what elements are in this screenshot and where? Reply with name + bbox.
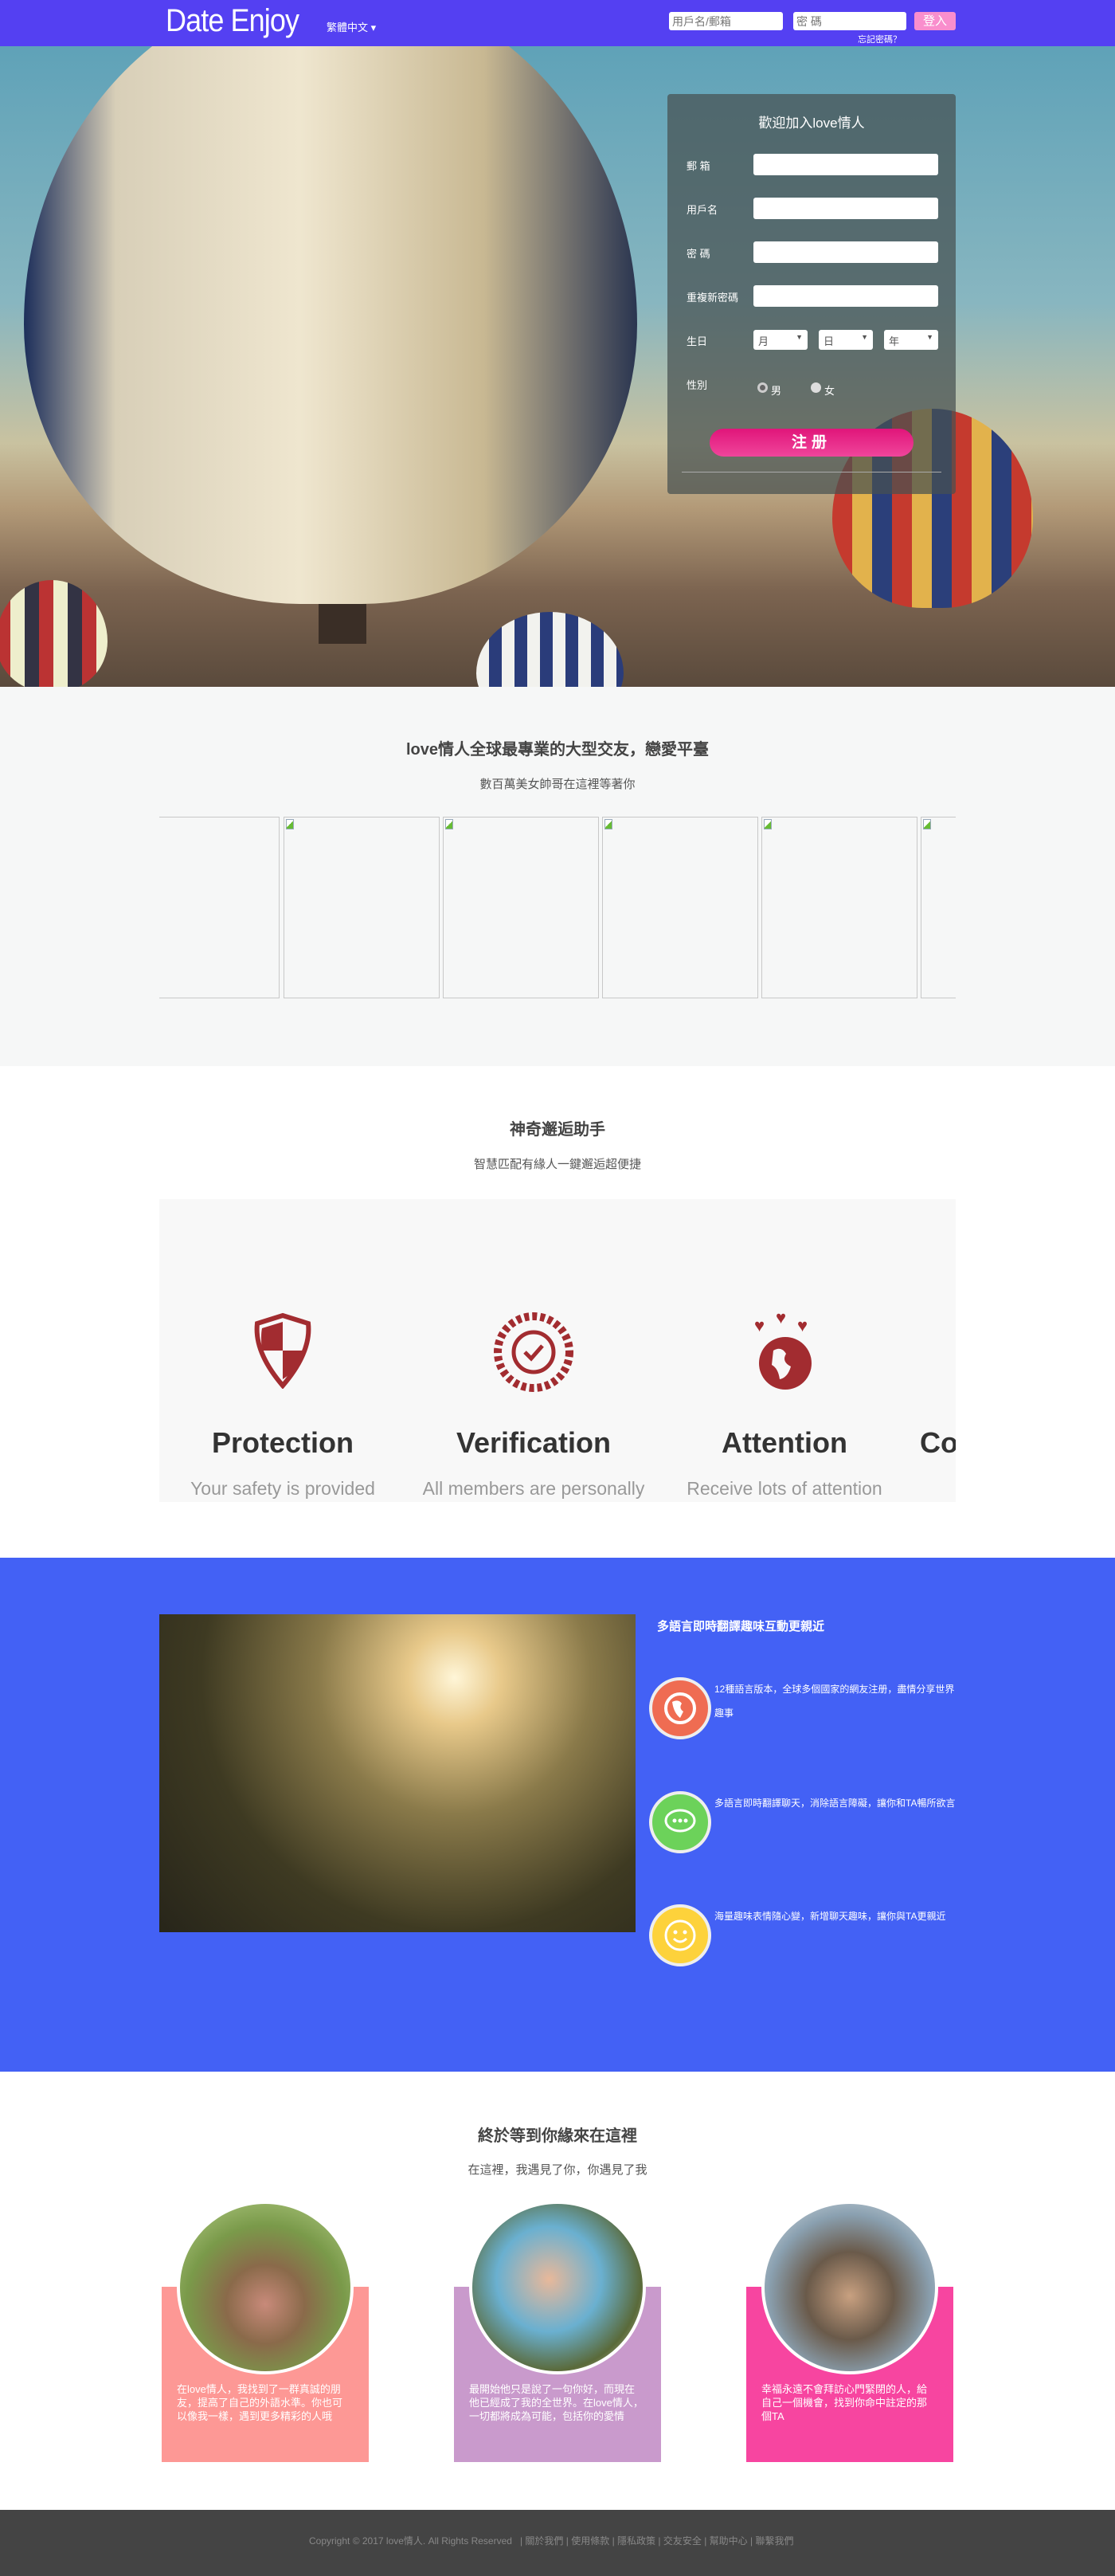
translation-feature-circle — [649, 1677, 711, 1739]
svg-text:♥: ♥ — [776, 1311, 786, 1327]
day-select[interactable]: 日 ▼ — [819, 330, 873, 350]
members-subtitle: 數百萬美女帥哥在這裡等著你 — [479, 778, 636, 791]
broken-image-icon — [923, 819, 931, 829]
top-nav: Date Enjoy 繁體中文 ▾ 登入 忘記密碼？ — [0, 0, 1115, 46]
assistant-subtitle: 智慧匹配有緣人一鍵邂逅超便捷 — [473, 1158, 641, 1171]
gender-label: 性別 — [687, 379, 708, 391]
forgot-password-link[interactable]: 忘記密碼？ — [858, 33, 902, 45]
translation-feature-text: 海量趣味表情隨心變，新增聊天趣味，讓你與TA更親近 — [714, 1911, 946, 1922]
story-photo — [469, 2201, 646, 2374]
balloon-basket — [319, 604, 366, 644]
stories-title: 終於等到你緣來在這裡 — [478, 2127, 637, 2145]
member-photo[interactable] — [284, 817, 440, 998]
member-carousel[interactable] — [159, 813, 956, 1004]
stories-subtitle: 在這裡，我遇見了你，你遇見了我 — [468, 2163, 647, 2177]
email-field[interactable] — [753, 154, 938, 175]
broken-image-icon — [764, 819, 772, 829]
feature-verification: Verification All members are personally — [406, 1199, 661, 1502]
story-text: 在love情人，我找到了一群真誠的朋友，提高了自己的外語水準。你也可以像我一樣，… — [177, 2383, 343, 2422]
feature-protection: Protection Your safety is provided — [159, 1199, 410, 1502]
couple-photo — [159, 1614, 636, 1932]
feature-title: Verification — [456, 1426, 612, 1459]
repeat-password-field[interactable] — [753, 285, 938, 307]
day-value: 日 — [824, 335, 835, 347]
balloon-image — [24, 46, 637, 604]
balloon-image — [476, 612, 624, 687]
members-title: love情人全球最專業的大型交友，戀愛平臺 — [405, 741, 710, 759]
female-radio[interactable] — [811, 382, 821, 393]
member-photo[interactable] — [602, 817, 758, 998]
register-panel: 歡迎加入love情人 郵 箱 用戶名 密 碼 重複新密碼 生日 月 ▼ 日 ▼ 年 ▼… — [667, 94, 956, 494]
svg-text:♥: ♥ — [797, 1315, 808, 1335]
feature-text: Receive lots of attention — [687, 1478, 882, 1499]
feature-title: Attention — [722, 1426, 847, 1459]
translation-feature-text: 多語言即時翻譯聊天，消除語言障礙，讓你和TA暢所欲言 — [714, 1798, 956, 1809]
footer-link-privacy[interactable]: 隱私政策 — [617, 2535, 655, 2547]
story-photo — [177, 2201, 354, 2374]
translation-title: 多語言即時翻譯趣味互動更親近 — [657, 1620, 825, 1633]
member-photo[interactable] — [761, 817, 917, 998]
feature-title: Co — [920, 1426, 956, 1459]
email-label: 郵 箱 — [687, 160, 710, 172]
password-input[interactable] — [793, 12, 906, 30]
birthday-label: 生日 — [687, 335, 708, 347]
copyright: Copyright © 2017 love情人. All Rights Rese… — [309, 2535, 512, 2547]
male-radio[interactable] — [757, 382, 768, 393]
globe-hearts-icon: ♥ ♥ ♥ — [754, 1311, 812, 1390]
footer-link-terms[interactable]: 使用條款 — [571, 2535, 609, 2547]
balloon-image — [0, 580, 108, 687]
month-select[interactable]: 月 ▼ — [753, 330, 808, 350]
feature-title: Protection — [211, 1426, 354, 1459]
globe-icon — [664, 1692, 696, 1724]
footer-link-help[interactable]: 幫助中心 — [710, 2535, 748, 2547]
footer: Copyright © 2017 love情人. All Rights Rese… — [0, 2510, 1115, 2576]
footer-link-contact[interactable]: 聯繫我們 — [755, 2535, 793, 2547]
username-field[interactable] — [753, 198, 938, 219]
broken-image-icon — [445, 819, 453, 829]
username-label: 用戶名 — [687, 204, 718, 216]
footer-link-safety[interactable]: 交友安全 — [663, 2535, 702, 2547]
login-button[interactable]: 登入 — [914, 12, 956, 30]
shield-icon — [254, 1312, 311, 1389]
translation-feature-circle — [649, 1904, 711, 1966]
repeat-password-label: 重複新密碼 — [687, 292, 739, 304]
caret-down-icon: ▼ — [861, 333, 868, 341]
year-value: 年 — [889, 335, 900, 347]
footer-bar: Copyright © 2017 love情人. All Rights Rese… — [309, 2535, 794, 2547]
member-photo[interactable] — [443, 817, 599, 998]
password-label: 密 碼 — [687, 248, 710, 260]
caret-down-icon: ▼ — [796, 333, 803, 341]
verified-member-icon — [494, 1312, 573, 1392]
feature-text: All members are personally — [422, 1478, 645, 1499]
story-text: 幸福永遠不會拜訪心門緊閉的人，給自己一個機會，找到你命中註定的那個TA — [761, 2383, 928, 2422]
feature-carousel: Protection Your safety is provided Verif… — [159, 1199, 956, 1502]
caret-down-icon: ▼ — [926, 333, 933, 341]
svg-text:♥: ♥ — [754, 1315, 765, 1335]
feature-text: Your safety is provided — [190, 1478, 375, 1499]
language-dropdown[interactable]: 繁體中文 ▾ — [327, 19, 376, 34]
male-label: 男 — [771, 385, 782, 397]
register-title: 歡迎加入love情人 — [758, 116, 865, 131]
chat-icon — [664, 1809, 696, 1833]
translation-feature-circle — [649, 1791, 711, 1853]
broken-image-icon — [286, 819, 294, 829]
username-input[interactable] — [669, 12, 783, 30]
translation-feature-text: 12種語言版本，全球多個國家的網友注册，盡情分享世界趣事 — [714, 1684, 955, 1719]
story-photo — [761, 2201, 938, 2374]
female-label: 女 — [824, 385, 835, 397]
smile-icon — [664, 1919, 696, 1951]
month-value: 月 — [758, 335, 769, 347]
year-select[interactable]: 年 ▼ — [884, 330, 938, 350]
feature-attention: ♥ ♥ ♥ Attention Receive lots of attention — [657, 1199, 912, 1502]
footer-link-about[interactable]: 關於我們 — [525, 2535, 563, 2547]
register-button[interactable]: 注册 — [710, 429, 914, 457]
logo[interactable]: Date Enjoy — [166, 3, 299, 39]
member-photo[interactable] — [921, 817, 956, 998]
member-photo[interactable] — [159, 817, 280, 998]
password-field[interactable] — [753, 241, 938, 263]
story-text: 最開始他只是說了一句你好，而現在他已經成了我的全世界。在love情人，一切都將成… — [469, 2383, 644, 2422]
assistant-title: 神奇邂逅助手 — [510, 1121, 605, 1139]
broken-image-icon — [604, 819, 612, 829]
